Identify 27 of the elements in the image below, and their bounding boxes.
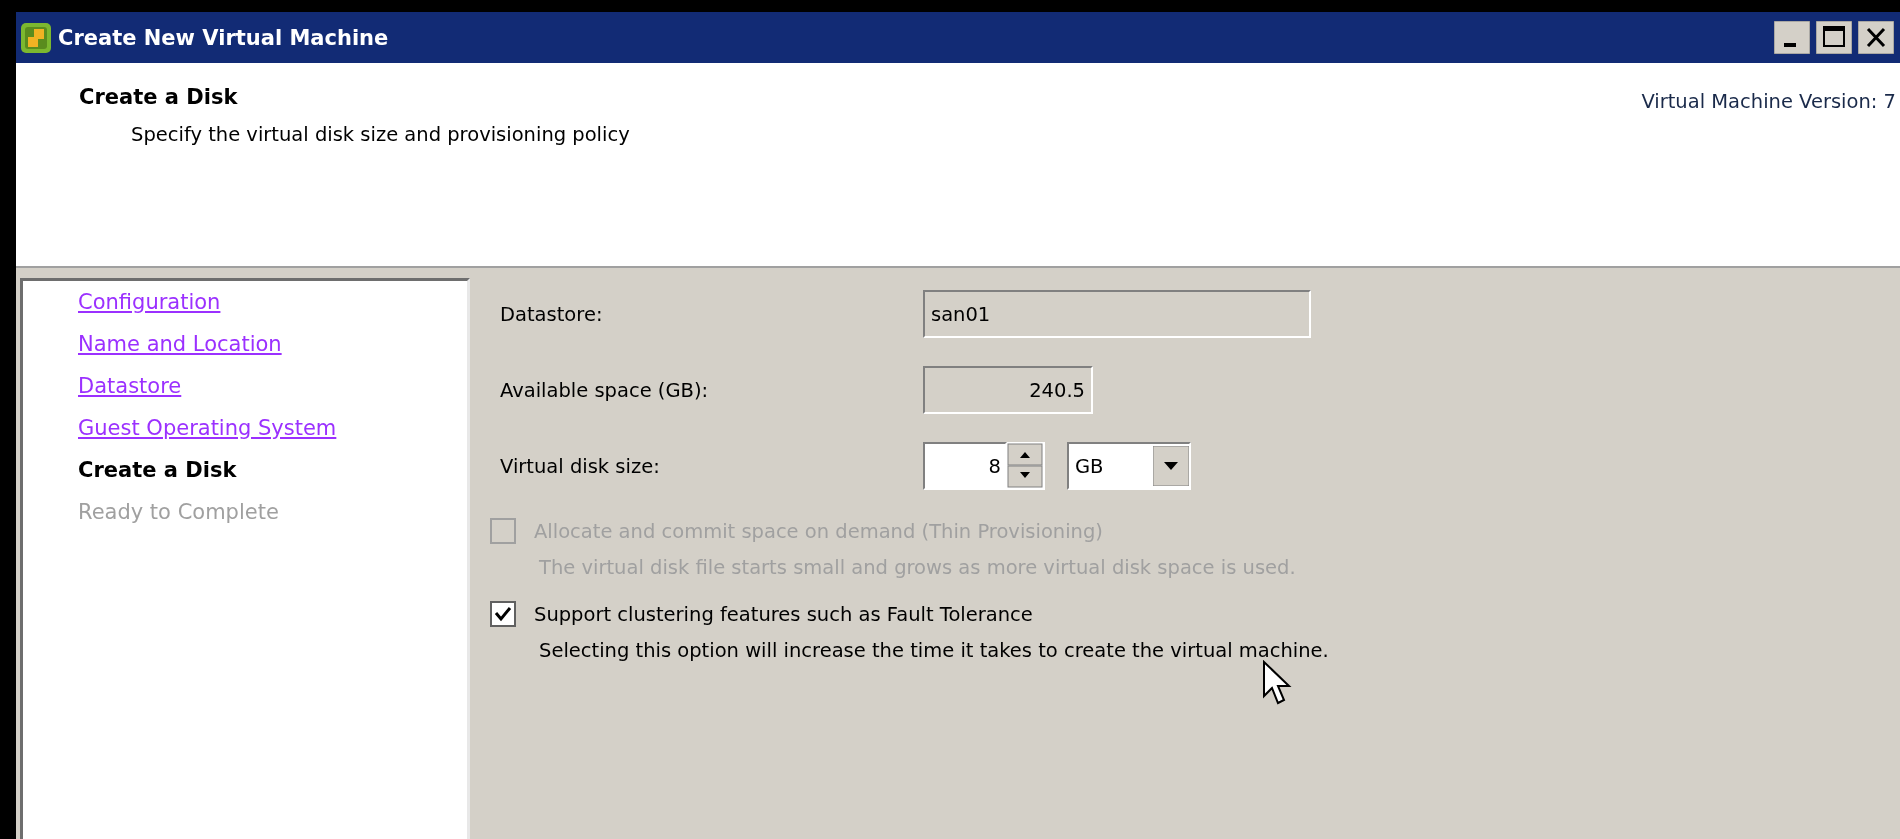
- step-link[interactable]: Guest Operating System: [78, 413, 337, 443]
- checkbox[interactable]: [490, 601, 516, 627]
- page-title: Create a Disk: [79, 85, 239, 109]
- app-icon: [20, 21, 52, 54]
- version-label: Virtual Machine Version: 7: [1641, 89, 1896, 115]
- datastore-field: san01: [923, 290, 1311, 338]
- step-link[interactable]: Datastore: [78, 371, 182, 401]
- step-label: Create a Disk: [78, 457, 237, 484]
- mouse-pointer-icon: [1262, 660, 1292, 706]
- dropdown-arrow-icon: [1153, 446, 1189, 486]
- available-space-field: 240.5: [923, 366, 1093, 414]
- maximize-button[interactable]: [1816, 21, 1852, 54]
- disk-size-input[interactable]: 8: [923, 442, 1007, 490]
- step-label: Ready to Complete: [78, 499, 279, 526]
- option-description: Selecting this option will increase the time it takes to create the virtual machine.: [539, 639, 1330, 662]
- close-button[interactable]: [1858, 21, 1894, 54]
- window-title: Create New Virtual Machine: [58, 25, 390, 50]
- minimize-button[interactable]: [1774, 21, 1810, 54]
- step-link[interactable]: Name and Location: [78, 329, 282, 359]
- page-subtitle: Specify the virtual disk size and provisioning policy: [131, 123, 630, 146]
- datastore-label: Datastore:: [500, 302, 604, 326]
- spinner-buttons[interactable]: [1007, 442, 1045, 490]
- disk-size-label: Virtual disk size:: [500, 454, 661, 478]
- step-link[interactable]: Configuration: [78, 287, 221, 317]
- unit-dropdown[interactable]: GB: [1067, 442, 1191, 490]
- available-space-label: Available space (GB):: [500, 378, 710, 402]
- option-label: Support clustering features such as Fault Tolerance: [534, 602, 1033, 626]
